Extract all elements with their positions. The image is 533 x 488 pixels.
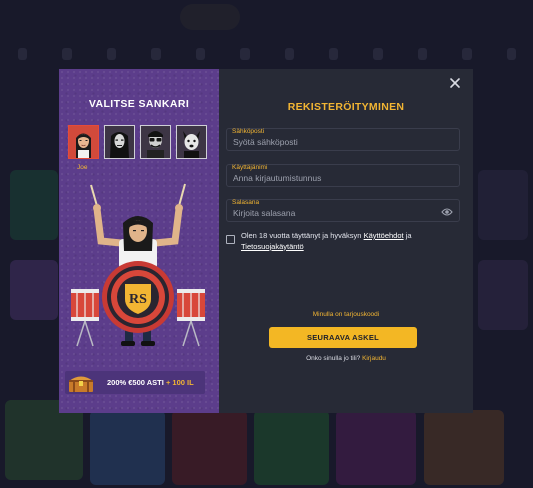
login-prompt-text: Onko sinulla jo tili? [306,355,361,362]
username-label: Käyttäjänimi [232,164,268,171]
hero-avatar-list [68,125,207,159]
welcome-bonus-text: 200% €500 ASTI + 100 IL [107,378,194,387]
hero-2-face-icon [105,126,134,158]
joe-face-icon [69,126,98,158]
drum-logo-text: RS [129,292,147,307]
eye-icon[interactable] [441,207,453,217]
login-link[interactable]: Kirjaudu [362,355,386,362]
terms-checkbox[interactable] [226,235,235,244]
hero-avatar-4[interactable] [176,125,207,159]
next-step-button[interactable]: SEURAAVA ASKEL [269,327,417,348]
welcome-bonus-banner: 200% €500 ASTI + 100 IL [65,371,205,394]
hero-4-face-icon [177,126,206,158]
login-prompt: Onko sinulla jo tili? Kirjaudu [219,355,473,362]
terms-of-use-link[interactable]: Käyttöehdot [364,231,404,240]
hero-avatar-3[interactable] [140,125,171,159]
hero-drummer-illustration: RS [71,183,205,347]
email-input[interactable] [233,136,433,148]
close-icon[interactable] [448,76,462,90]
hero-avatar-2[interactable] [104,125,135,159]
promo-code-link[interactable]: Minulla on tarjouskoodi [219,311,473,318]
password-input[interactable] [233,207,433,219]
password-label: Salasana [232,199,260,206]
password-field: Salasana [226,199,460,222]
selected-hero-name: Joe [77,164,88,171]
form-title: REKISTERÖITYMINEN [287,101,405,113]
hero-3-face-icon [141,126,170,158]
terms-text: Olen 18 vuotta täyttänyt ja hyväksyn Käy… [241,231,461,252]
registration-modal: VALITSE SANKARI Joe RS 200% €500 ASTI + … [59,69,473,413]
registration-form: REKISTERÖITYMINEN Sähköposti Käyttäjänim… [219,69,473,413]
terms-middle: ja [403,231,412,240]
email-field: Sähköposti [226,128,460,151]
username-input[interactable] [233,172,433,184]
hero-panel-title: VALITSE SANKARI [88,98,190,110]
username-field: Käyttäjänimi [226,164,460,187]
welcome-bonus-main: 200% €500 ASTI [107,378,164,387]
hero-panel: VALITSE SANKARI Joe RS 200% €500 ASTI + … [59,69,219,413]
chest-icon [69,376,93,392]
hero-avatar-joe[interactable] [68,125,99,159]
privacy-policy-link[interactable]: Tietosuojakäytäntö [241,242,304,251]
welcome-bonus-extra: + 100 IL [165,378,194,387]
terms-prefix: Olen 18 vuotta täyttänyt ja hyväksyn [241,231,364,240]
email-label: Sähköposti [232,128,265,135]
